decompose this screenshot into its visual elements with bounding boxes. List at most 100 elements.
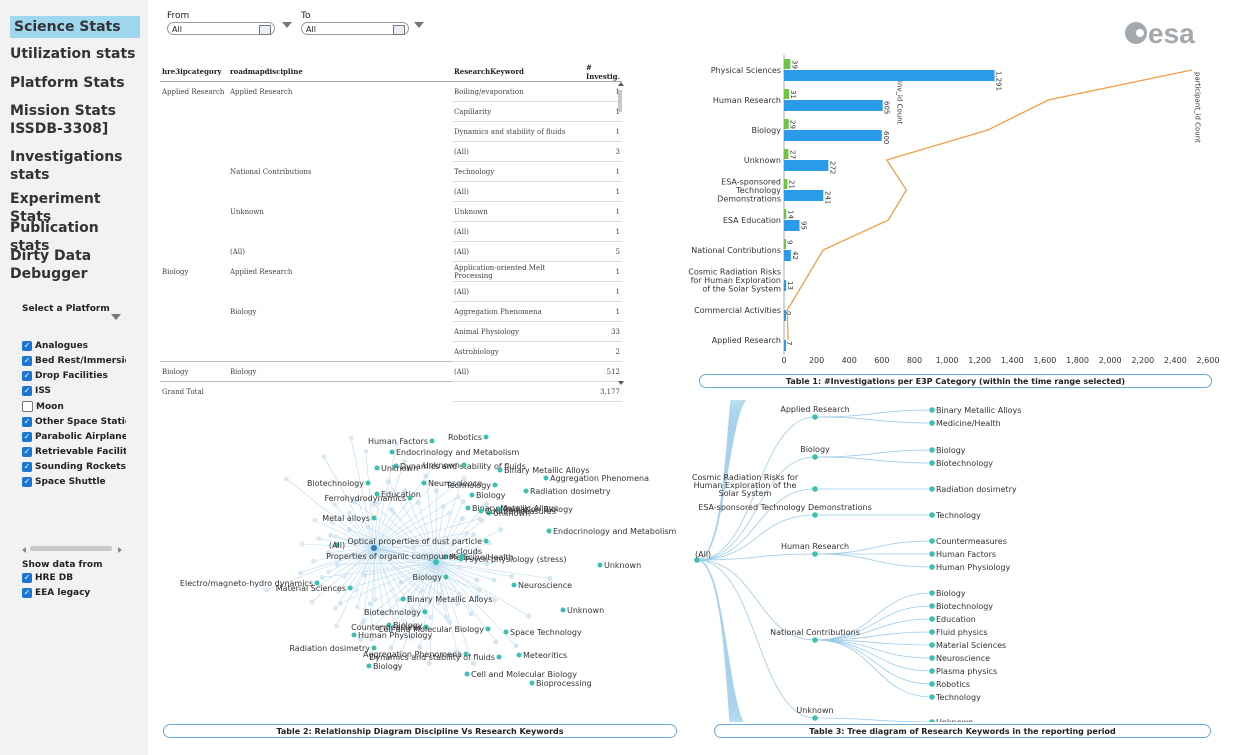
- keyword-node[interactable]: [496, 654, 502, 660]
- leaf-node[interactable]: [929, 668, 935, 674]
- bar-participant[interactable]: [784, 179, 788, 189]
- checkbox-checked-icon[interactable]: ✓: [22, 461, 32, 472]
- keyword-node[interactable]: [523, 488, 529, 494]
- keyword-node[interactable]: [464, 671, 470, 677]
- calendar-icon[interactable]: [393, 25, 405, 35]
- leaf-node[interactable]: [333, 605, 339, 611]
- table-row[interactable]: (All) (All) 5: [160, 241, 622, 262]
- leaf-node[interactable]: [326, 569, 332, 575]
- table-row[interactable]: National Contributions Technology 1: [160, 161, 622, 182]
- leaf-node[interactable]: [460, 499, 466, 505]
- keyword-node[interactable]: [429, 438, 435, 444]
- category-node[interactable]: [812, 486, 818, 492]
- leaf-node[interactable]: [929, 447, 935, 453]
- nav-science-stats[interactable]: Science Stats: [10, 16, 140, 38]
- bar-investigation[interactable]: [784, 130, 882, 141]
- leaf-node[interactable]: [367, 601, 373, 607]
- platform-checkbox[interactable]: ✓Retrievable Facilities: [22, 446, 126, 457]
- checkbox-checked-icon[interactable]: ✓: [22, 416, 32, 427]
- category-node[interactable]: [812, 637, 818, 643]
- bar-participant[interactable]: [784, 119, 789, 129]
- table-row[interactable]: (All) 1: [160, 281, 622, 302]
- category-node[interactable]: [812, 512, 818, 518]
- leaf-node[interactable]: [283, 476, 289, 482]
- leaf-node[interactable]: [929, 407, 935, 413]
- nav-platform-stats[interactable]: Platform Stats: [10, 74, 140, 92]
- leaf-node[interactable]: [929, 719, 935, 722]
- col-header[interactable]: roadmapdiscipline: [227, 62, 452, 82]
- calendar-icon[interactable]: [259, 25, 271, 35]
- scroll-thumb[interactable]: [30, 546, 112, 551]
- bar-investigation[interactable]: [784, 100, 883, 111]
- col-header[interactable]: # Investig.: [583, 62, 622, 82]
- checkbox-checked-icon[interactable]: ✓: [22, 341, 32, 351]
- to-dropdown-icon[interactable]: [414, 22, 424, 28]
- leaf-node[interactable]: [365, 524, 371, 530]
- platform-checkbox[interactable]: ✓ Analogues: [22, 341, 126, 351]
- leaf-node[interactable]: [446, 619, 452, 625]
- keyword-node[interactable]: [560, 607, 566, 613]
- leaf-node[interactable]: [417, 644, 423, 650]
- keyword-node[interactable]: [546, 528, 552, 534]
- leaf-node[interactable]: [929, 538, 935, 544]
- table-row[interactable]: Biology Aggregation Phenomena 1: [160, 301, 622, 322]
- to-date-input[interactable]: All: [301, 22, 409, 35]
- keyword-node[interactable]: [351, 632, 357, 638]
- platform-checkbox[interactable]: ✓ Drop Facilities: [22, 371, 126, 382]
- keyword-node[interactable]: [422, 609, 428, 615]
- leaf-node[interactable]: [311, 558, 317, 564]
- keyword-node[interactable]: [497, 467, 503, 473]
- scroll-thumb[interactable]: [618, 90, 622, 112]
- table-row[interactable]: Dynamics and stability of fluids 1: [160, 121, 622, 142]
- platform-checkbox[interactable]: ✓ Parabolic Airplanes: [22, 431, 126, 442]
- leaf-node[interactable]: [299, 541, 305, 547]
- leaf-node[interactable]: [334, 623, 340, 629]
- checkbox-checked-icon[interactable]: ✓: [22, 356, 32, 367]
- leaf-node[interactable]: [264, 587, 270, 593]
- leaf-node[interactable]: [333, 534, 339, 540]
- checkbox-checked-icon[interactable]: ✓: [22, 371, 32, 382]
- nav-utilization-stats[interactable]: Utilization stats: [10, 45, 140, 63]
- leaf-node[interactable]: [929, 512, 935, 518]
- leaf-node[interactable]: [346, 527, 352, 533]
- keyword-node[interactable]: [469, 492, 475, 498]
- keyword-node[interactable]: [374, 465, 380, 471]
- nav-investigations-stats[interactable]: Investigations stats: [10, 148, 140, 184]
- checkbox-checked-icon[interactable]: ✓: [22, 386, 32, 397]
- bar-participant[interactable]: [784, 149, 789, 159]
- leaf-node[interactable]: [332, 502, 338, 508]
- leaf-node[interactable]: [447, 510, 453, 516]
- platform-dropdown-icon[interactable]: [111, 314, 121, 320]
- leaf-node[interactable]: [363, 448, 369, 454]
- platform-checkbox[interactable]: ✓ Space Shuttle: [22, 476, 126, 487]
- scroll-right-icon[interactable]: [118, 547, 122, 553]
- leaf-node[interactable]: [929, 564, 935, 570]
- keyword-node[interactable]: [421, 480, 427, 486]
- keyword-node[interactable]: [516, 652, 522, 658]
- checkbox-unchecked-icon[interactable]: [22, 401, 33, 413]
- keyword-node[interactable]: [407, 495, 413, 501]
- leaf-node[interactable]: [354, 604, 360, 610]
- table-row[interactable]: (All) 3: [160, 141, 622, 162]
- leaf-node[interactable]: [337, 600, 343, 606]
- category-node[interactable]: [812, 715, 818, 721]
- bar-participant[interactable]: [784, 89, 790, 99]
- leaf-node[interactable]: [328, 533, 334, 539]
- col-header[interactable]: ResearchKeyword: [451, 62, 584, 82]
- table-row[interactable]: Unknown Unknown 1: [160, 201, 622, 222]
- leaf-node[interactable]: [433, 488, 439, 494]
- keyword-node[interactable]: [400, 596, 406, 602]
- bar-participant[interactable]: [784, 209, 787, 219]
- bar-investigation[interactable]: [784, 160, 829, 171]
- leaf-node[interactable]: [319, 574, 325, 580]
- category-node[interactable]: [812, 551, 818, 557]
- leaf-node[interactable]: [312, 517, 318, 523]
- leaf-node[interactable]: [526, 613, 532, 619]
- nav-dirty-data-debugger[interactable]: Dirty Data Debugger: [10, 247, 140, 283]
- leaf-node[interactable]: [929, 694, 935, 700]
- leaf-node[interactable]: [440, 503, 446, 509]
- table-scrollbar[interactable]: [616, 82, 624, 387]
- scroll-left-icon[interactable]: [22, 547, 26, 553]
- leaf-node[interactable]: [361, 572, 367, 578]
- keyword-node[interactable]: [529, 680, 535, 686]
